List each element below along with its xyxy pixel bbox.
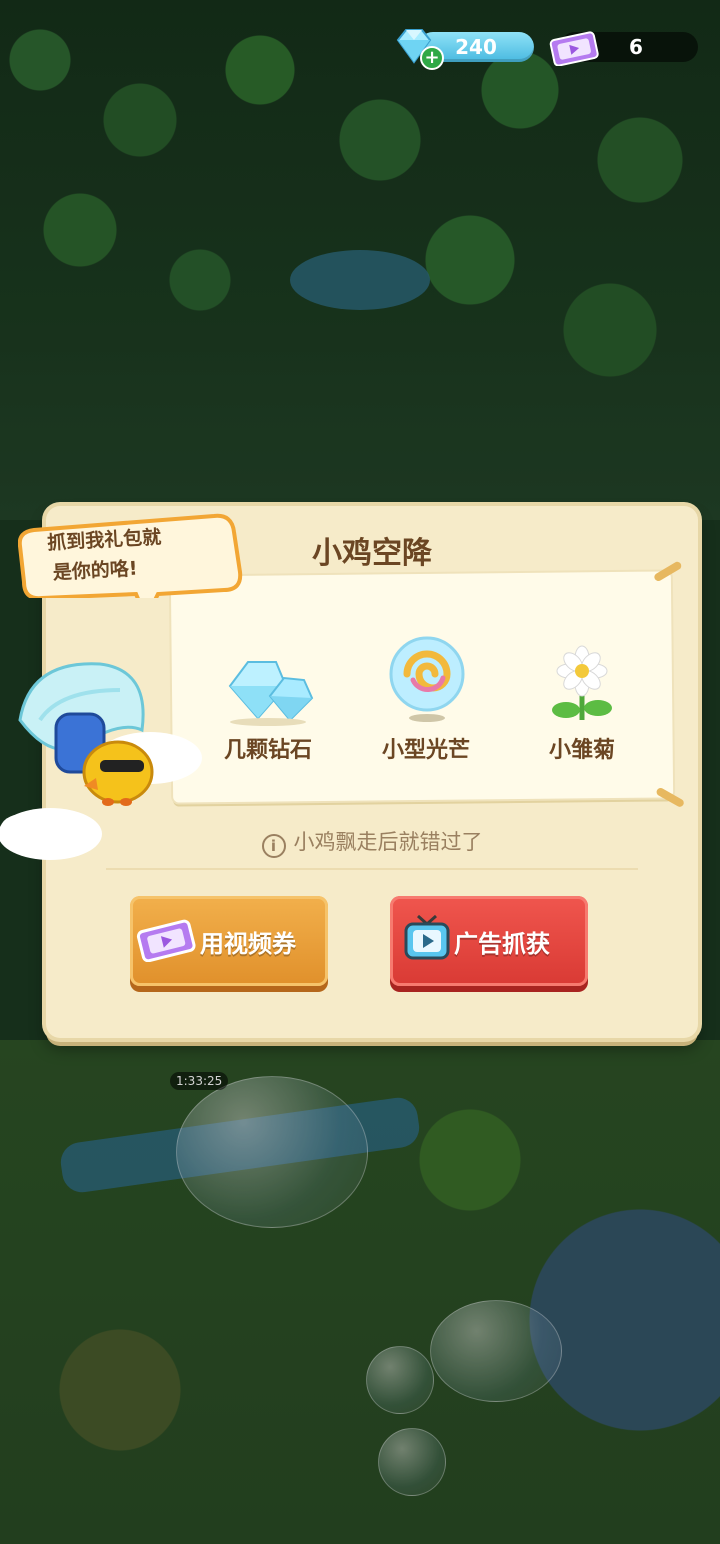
add-gems-button[interactable]: + bbox=[420, 46, 444, 70]
info-icon: i bbox=[261, 834, 286, 858]
note-text: 小鸡飘走后就错过了 bbox=[293, 830, 483, 854]
video-ticket-icon bbox=[136, 919, 196, 962]
video-ticket-count: 6 bbox=[629, 35, 643, 59]
use-video-ticket-button[interactable]: 用视频券 bbox=[130, 896, 328, 986]
tv-play-icon bbox=[404, 914, 450, 960]
reward-label-daisy: 小雏菊 bbox=[548, 738, 615, 763]
watch-ad-capture-label: 广告抓获 bbox=[454, 930, 550, 958]
video-ticket-icon bbox=[549, 31, 599, 66]
light-orb-icon bbox=[389, 636, 465, 722]
gems-count: 240 bbox=[455, 35, 497, 59]
use-video-ticket-label: 用视频券 bbox=[200, 930, 296, 958]
watch-ad-capture-button[interactable]: 广告抓获 bbox=[390, 896, 588, 986]
parachute-chick-mascot[interactable] bbox=[0, 650, 210, 870]
pin-decoration bbox=[655, 786, 686, 809]
daisy-icon bbox=[552, 645, 612, 720]
speech-text: 抓到我礼包就 是你的咯! bbox=[47, 520, 210, 588]
diamond-cluster-icon bbox=[228, 661, 314, 726]
reward-label-light: 小型光芒 bbox=[381, 738, 470, 763]
reward-label-diamonds: 几颗钻石 bbox=[223, 738, 312, 763]
